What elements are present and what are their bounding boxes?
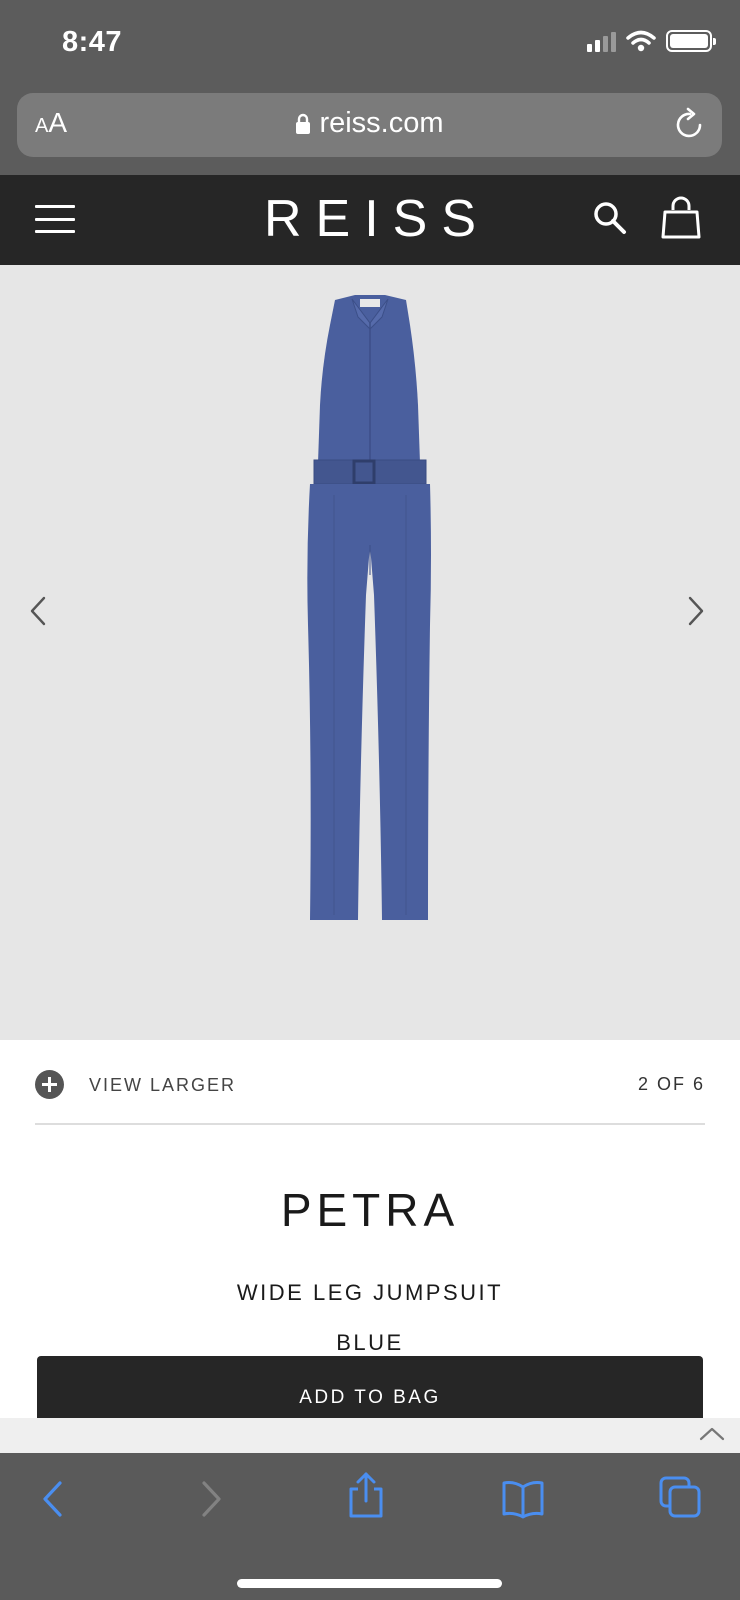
home-indicator (237, 1579, 502, 1588)
status-bar: 8:47 AA reiss.com (0, 0, 740, 175)
divider (35, 1123, 705, 1125)
status-time: 8:47 (62, 26, 123, 58)
search-icon[interactable] (592, 200, 628, 236)
url-text: reiss.com (319, 107, 444, 139)
share-icon[interactable] (346, 1471, 386, 1519)
tabs-icon[interactable] (658, 1475, 702, 1519)
image-counter: 2 OF 6 (637, 1074, 705, 1094)
chevron-right-icon[interactable] (686, 595, 706, 627)
chevron-left-icon[interactable] (28, 595, 48, 627)
lock-icon (296, 114, 311, 135)
product-image (307, 295, 431, 920)
gallery-controls: VIEW LARGER 2 OF 6 (35, 1070, 705, 1126)
reload-icon[interactable] (674, 107, 706, 141)
product-description: WIDE LEG JUMPSUIT (236, 1280, 504, 1305)
collapse-strip (0, 1418, 740, 1453)
url-display[interactable]: reiss.com (17, 107, 722, 140)
address-bar[interactable]: AA reiss.com (17, 93, 722, 157)
site-logo[interactable]: REISS (0, 189, 740, 249)
back-icon[interactable] (40, 1479, 66, 1519)
plus-circle-icon[interactable] (35, 1070, 64, 1099)
product-color: BLUE (336, 1330, 404, 1355)
product-name: PETRA (280, 1184, 460, 1236)
wifi-icon (626, 30, 656, 52)
battery-icon (666, 30, 716, 52)
site-header: REISS (0, 175, 740, 265)
forward-icon[interactable] (198, 1479, 224, 1519)
add-to-bag-button[interactable]: ADD TO BAG (37, 1356, 703, 1418)
bookmarks-icon[interactable] (500, 1479, 546, 1519)
view-larger-button[interactable]: VIEW LARGER (89, 1075, 236, 1096)
signal-icon (587, 30, 616, 52)
shopping-bag-icon[interactable] (660, 194, 702, 240)
chevron-up-icon[interactable] (698, 1426, 726, 1442)
product-image-gallery[interactable] (0, 265, 740, 1040)
browser-toolbar (0, 1453, 740, 1600)
system-icons (587, 30, 716, 52)
